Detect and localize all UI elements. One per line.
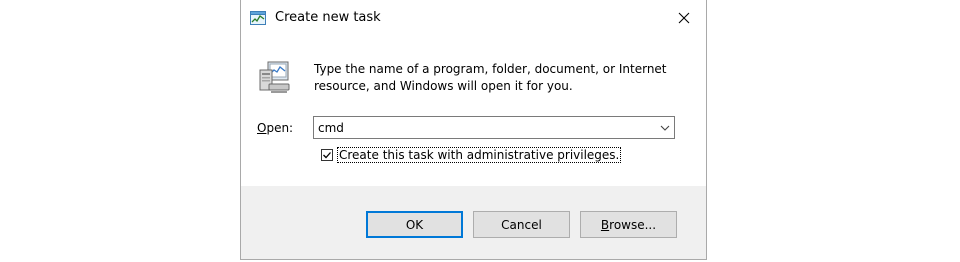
open-input[interactable] — [314, 118, 656, 137]
browse-accelerator: B — [600, 217, 610, 232]
button-bar: OK Cancel Browse... — [241, 186, 706, 259]
ok-button[interactable]: OK — [366, 211, 463, 238]
task-manager-icon — [250, 11, 266, 25]
admin-privileges-label[interactable]: Create this task with administrative pri… — [336, 147, 622, 163]
screen: Create new task Type the name of a progr… — [0, 0, 960, 262]
browse-button[interactable]: Browse... — [580, 211, 677, 238]
cancel-button[interactable]: Cancel — [473, 211, 570, 238]
admin-privileges-checkbox[interactable] — [321, 149, 333, 161]
open-label: Open: — [257, 121, 293, 135]
open-combobox[interactable] — [313, 116, 675, 139]
browse-label: rowse... — [609, 217, 657, 232]
dialog-description: Type the name of a program, folder, docu… — [314, 62, 667, 93]
window-title: Create new task — [275, 10, 381, 25]
open-dropdown-button[interactable] — [656, 117, 674, 138]
dialog-content: Type the name of a program, folder, docu… — [241, 36, 706, 186]
admin-privileges-option[interactable]: Create this task with administrative pri… — [321, 147, 622, 163]
create-new-task-dialog: Create new task Type the name of a progr… — [240, 0, 707, 260]
checkmark-icon — [323, 152, 331, 159]
chevron-down-icon — [660, 125, 670, 131]
open-label-text: pen: — [266, 121, 294, 135]
run-dialog-icon — [259, 61, 290, 93]
close-button[interactable] — [662, 0, 706, 36]
close-icon — [678, 12, 690, 24]
title-bar[interactable]: Create new task — [241, 0, 706, 36]
